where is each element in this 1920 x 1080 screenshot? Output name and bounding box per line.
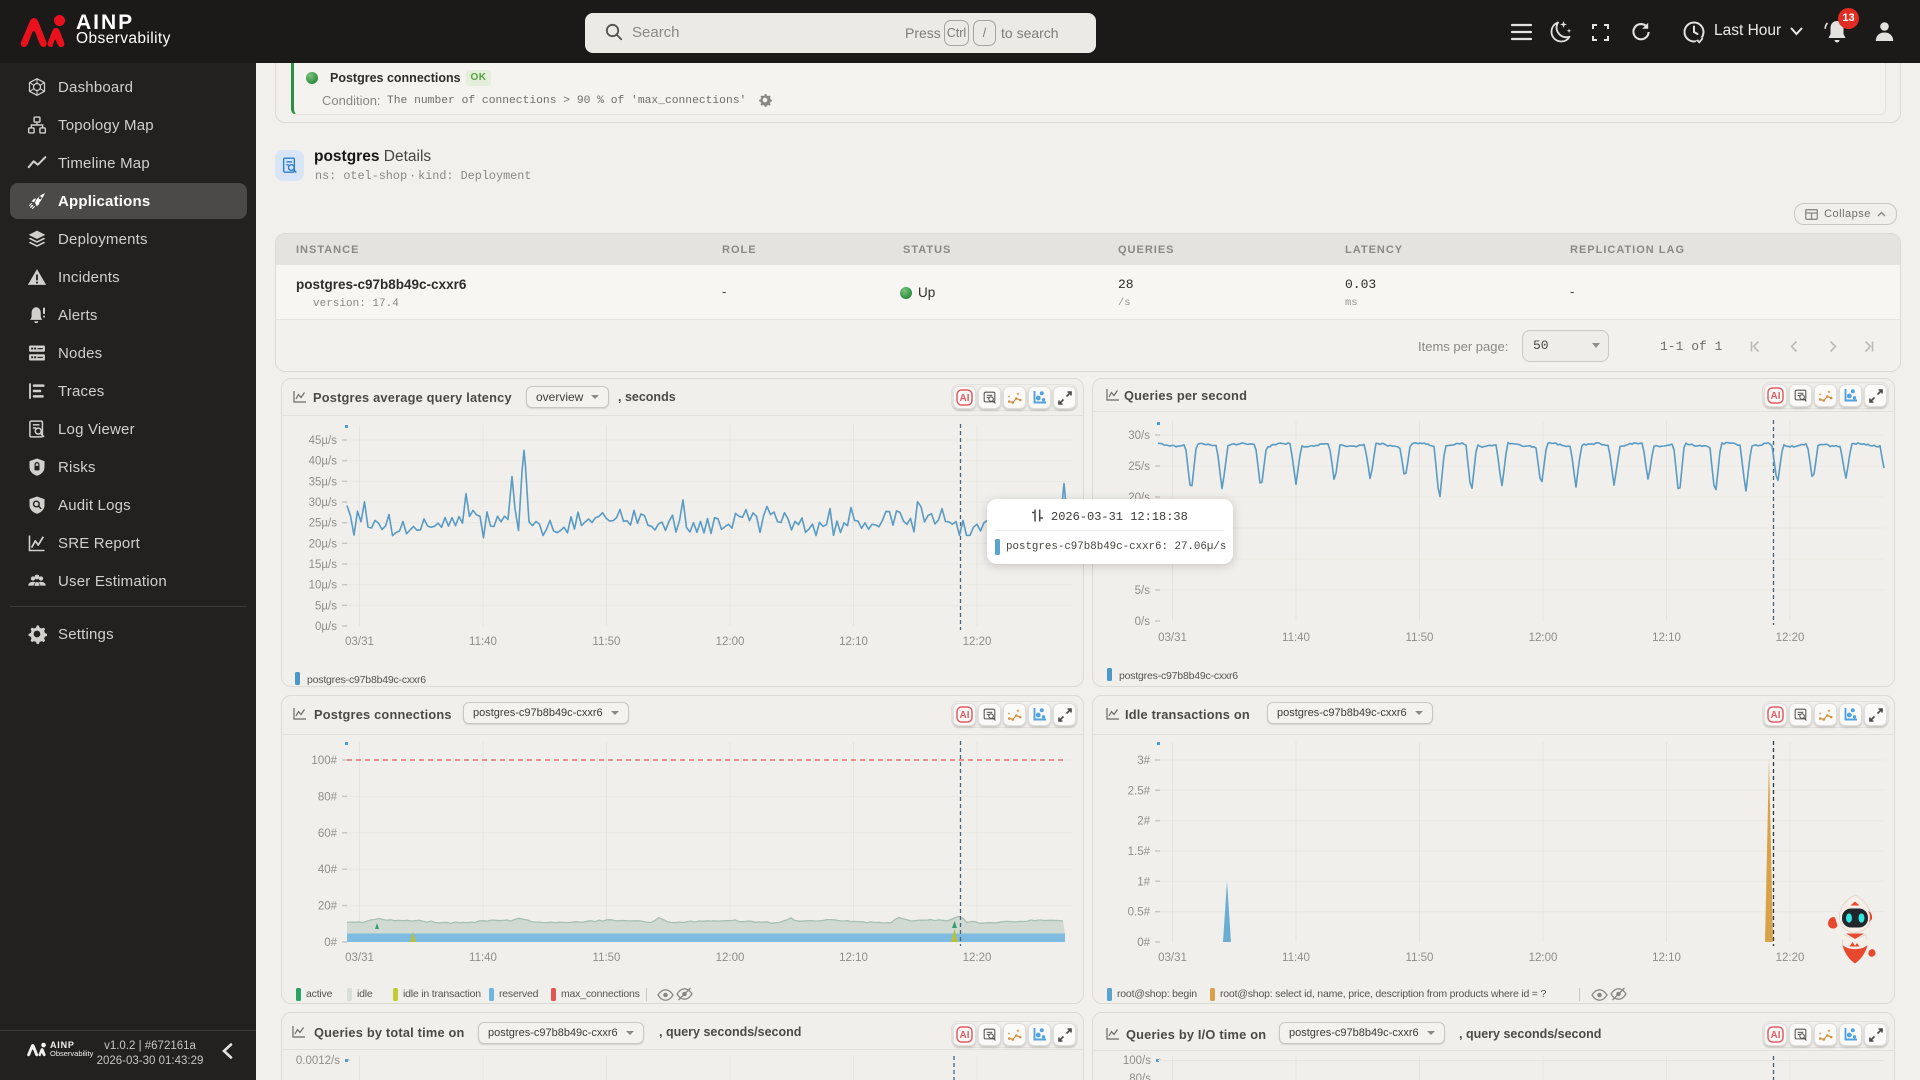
svg-text:11:50: 11:50 [1406,952,1434,964]
svg-text:12:10: 12:10 [1652,632,1681,644]
svg-text:11:50: 11:50 [593,636,621,648]
svg-text:45µ/s: 45µ/s [309,435,338,447]
svg-text:0.5#: 0.5# [1128,907,1151,919]
svg-text:2#: 2# [1137,816,1150,828]
svg-text:03/31: 03/31 [345,952,374,964]
svg-text:80#: 80# [318,791,338,803]
svg-text:12:10: 12:10 [839,636,868,648]
svg-text:2.5#: 2.5# [1128,785,1151,797]
svg-text:40µ/s: 40µ/s [309,456,338,468]
svg-text:12:20: 12:20 [963,636,992,648]
svg-text:0/s: 0/s [1135,616,1151,628]
svg-text:1#: 1# [1137,876,1150,888]
svg-text:11:40: 11:40 [469,952,497,964]
svg-text:5µ/s: 5µ/s [315,600,337,612]
svg-text:0#: 0# [1137,937,1150,949]
svg-text:11:50: 11:50 [1406,632,1434,644]
svg-text:12:20: 12:20 [1776,952,1805,964]
svg-text:60#: 60# [318,828,338,840]
svg-text:35µ/s: 35µ/s [309,476,338,488]
svg-text:0µ/s: 0µ/s [315,621,337,633]
svg-text:10µ/s: 10µ/s [309,580,338,592]
svg-text:12:00: 12:00 [1529,632,1558,644]
svg-text:11:40: 11:40 [469,636,497,648]
svg-text:30/s: 30/s [1128,430,1150,442]
svg-text:0#: 0# [324,937,337,949]
svg-text:12:00: 12:00 [716,952,745,964]
svg-text:12:00: 12:00 [1529,952,1558,964]
svg-text:0.0012/s: 0.0012/s [296,1055,340,1067]
svg-text:40#: 40# [318,864,338,876]
svg-text:11:40: 11:40 [1282,632,1310,644]
svg-text:1.5#: 1.5# [1128,846,1151,858]
svg-text:15µ/s: 15µ/s [309,559,338,571]
svg-text:03/31: 03/31 [345,636,374,648]
svg-text:80/s: 80/s [1129,1073,1151,1080]
svg-text:03/31: 03/31 [1158,632,1187,644]
svg-text:20µ/s: 20µ/s [309,538,338,550]
svg-text:12:20: 12:20 [963,952,992,964]
svg-text:12:10: 12:10 [839,952,868,964]
svg-text:11:40: 11:40 [1282,952,1310,964]
svg-text:25/s: 25/s [1128,461,1150,473]
svg-text:100/s: 100/s [1123,1055,1151,1067]
svg-text:100#: 100# [311,755,337,767]
svg-text:20#: 20# [318,901,338,913]
svg-text:30µ/s: 30µ/s [309,497,338,509]
svg-text:25µ/s: 25µ/s [309,518,338,530]
svg-text:11:50: 11:50 [593,952,621,964]
svg-text:5/s: 5/s [1135,585,1151,597]
svg-text:12:00: 12:00 [716,636,745,648]
svg-text:12:20: 12:20 [1776,632,1805,644]
svg-text:3#: 3# [1137,755,1150,767]
svg-text:03/31: 03/31 [1158,952,1187,964]
svg-text:12:10: 12:10 [1652,952,1681,964]
